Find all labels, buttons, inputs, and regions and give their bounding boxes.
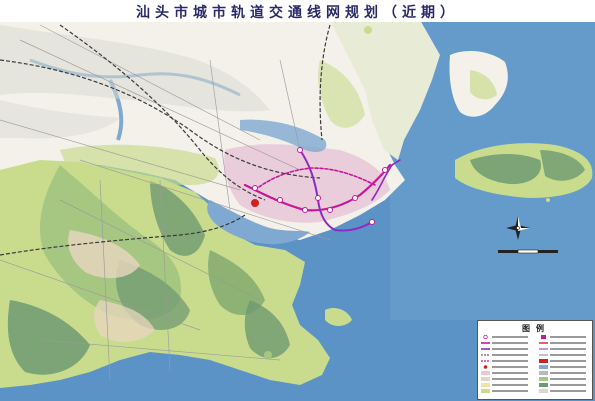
hub-marker bbox=[251, 199, 259, 207]
station-icon bbox=[302, 207, 308, 213]
station-icon bbox=[327, 207, 333, 213]
scale-bar-icon bbox=[498, 249, 558, 254]
station-icon bbox=[277, 197, 283, 203]
map-title: 汕头市城市轨道交通线网规划（近期） bbox=[136, 5, 459, 21]
station-icon bbox=[352, 195, 358, 201]
map-frame: 汕头市城市轨道交通线网规划（近期） 图例 bbox=[0, 0, 595, 401]
map-legend: 图例 bbox=[477, 320, 593, 400]
legend-title: 图例 bbox=[522, 324, 550, 333]
title-bar: 汕头市城市轨道交通线网规划（近期） bbox=[0, 0, 595, 22]
station-icon bbox=[315, 195, 321, 201]
station-icon bbox=[369, 219, 375, 225]
station-icon bbox=[297, 147, 303, 153]
legend-rows bbox=[481, 335, 591, 397]
station-icon bbox=[252, 185, 258, 191]
station-icon bbox=[382, 167, 388, 173]
